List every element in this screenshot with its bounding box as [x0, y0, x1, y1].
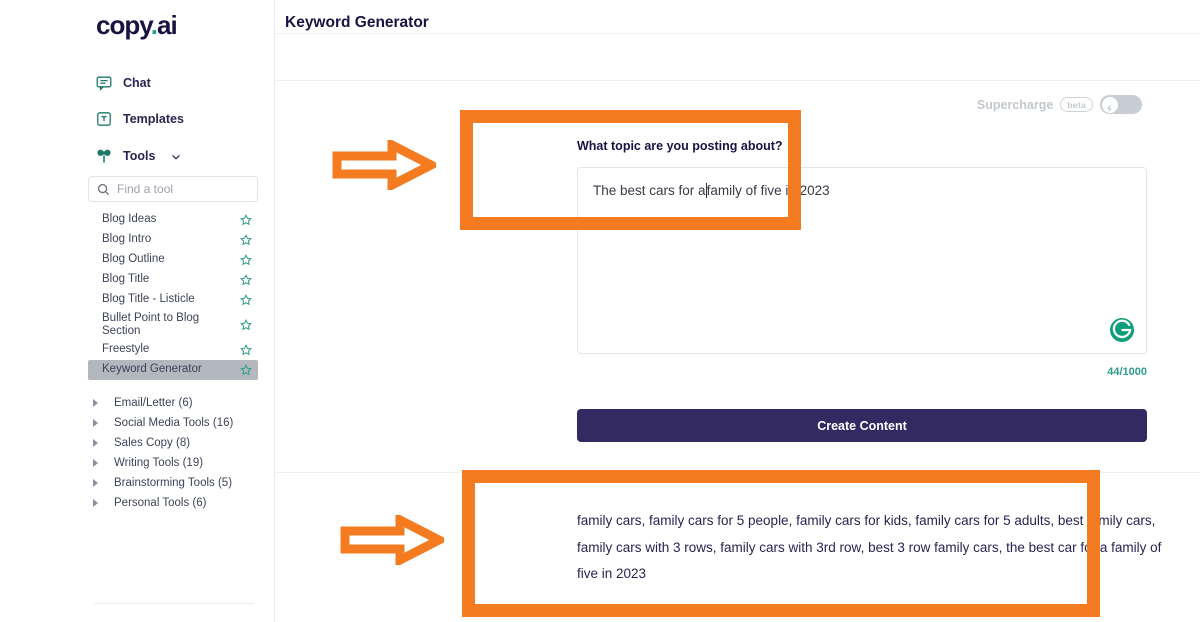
- sidebar-footer-divider: [94, 603, 254, 604]
- sidebar-item-label-chat: Chat: [123, 76, 151, 90]
- tool-category-sales-copy[interactable]: Sales Copy (8): [88, 433, 258, 453]
- page-header: [275, 33, 1200, 81]
- tool-category-label: Brainstorming Tools (5): [114, 477, 232, 489]
- star-outline-icon[interactable]: [240, 274, 252, 286]
- chat-bubble-icon: [96, 75, 112, 91]
- tool-category-social-media-tools[interactable]: Social Media Tools (16): [88, 413, 258, 433]
- sidebar-item-label-tools: Tools: [123, 149, 155, 163]
- lightning-bolt-icon: [1105, 100, 1114, 109]
- topic-field-label: What topic are you posting about?: [577, 139, 783, 153]
- tool-item-blog-intro[interactable]: Blog Intro: [88, 230, 258, 250]
- create-content-button[interactable]: Create Content: [577, 409, 1147, 442]
- triangle-right-icon: [93, 479, 103, 487]
- character-counter: 44/1000: [1077, 366, 1147, 378]
- star-outline-icon[interactable]: [240, 294, 252, 306]
- star-outline-icon[interactable]: [240, 319, 252, 331]
- generated-output-text: family cars, family cars for 5 people, f…: [577, 508, 1177, 588]
- template-icon: [96, 111, 112, 127]
- sidebar-item-label-templates: Templates: [123, 112, 184, 126]
- tool-category-label: Email/Letter (6): [114, 397, 193, 409]
- sidebar-item-templates[interactable]: Templates: [96, 111, 184, 127]
- triangle-right-icon: [93, 439, 103, 447]
- copyai-logo[interactable]: copy.ai: [96, 10, 177, 41]
- beta-badge: beta: [1060, 97, 1093, 112]
- tool-list[interactable]: Blog Ideas Blog Intro Blog Outline Blog …: [88, 210, 258, 600]
- supercharge-toggle-switch[interactable]: [1100, 95, 1142, 114]
- tool-item-label: Blog Ideas: [102, 213, 156, 226]
- search-input[interactable]: [117, 182, 232, 196]
- tool-category-email-letter[interactable]: Email/Letter (6): [88, 393, 258, 413]
- tool-category-label: Writing Tools (19): [114, 457, 203, 469]
- tool-item-bullet-point-to-blog-section[interactable]: Bullet Point to Blog Section: [88, 310, 258, 340]
- topic-textarea-value: The best cars for afamily of five in 202…: [593, 182, 830, 201]
- tool-item-blog-ideas[interactable]: Blog Ideas: [88, 210, 258, 230]
- sidebar-item-tools[interactable]: Tools: [96, 148, 181, 164]
- triangle-right-icon: [93, 399, 103, 407]
- triangle-right-icon: [93, 459, 103, 467]
- star-outline-icon[interactable]: [240, 234, 252, 246]
- main-content: Keyword Generator Supercharge beta What …: [275, 0, 1200, 622]
- topic-text-before-caret: The best cars for a: [593, 183, 706, 198]
- star-outline-icon[interactable]: [240, 364, 252, 376]
- section-divider: [275, 472, 1200, 473]
- star-outline-icon[interactable]: [240, 344, 252, 356]
- tool-item-label: Blog Intro: [102, 233, 151, 246]
- grammarly-icon[interactable]: [1110, 318, 1134, 342]
- tool-item-freestyle[interactable]: Freestyle: [88, 340, 258, 360]
- tool-search-box[interactable]: [88, 176, 258, 202]
- copyai-app-window: copy.ai Chat Te: [85, 0, 1200, 622]
- sidebar: copy.ai Chat Te: [85, 0, 275, 622]
- topic-textarea[interactable]: The best cars for afamily of five in 202…: [577, 167, 1147, 354]
- tool-item-keyword-generator[interactable]: Keyword Generator: [88, 360, 258, 380]
- tool-item-label: Blog Title: [102, 273, 149, 286]
- triangle-right-icon: [93, 499, 103, 507]
- tool-item-blog-title[interactable]: Blog Title: [88, 270, 258, 290]
- tool-item-label: Blog Title - Listicle: [102, 293, 195, 306]
- tool-category-label: Sales Copy (8): [114, 437, 190, 449]
- tool-item-label: Keyword Generator: [102, 363, 202, 376]
- tool-item-blog-title-listicle[interactable]: Blog Title - Listicle: [88, 290, 258, 310]
- star-outline-icon[interactable]: [240, 214, 252, 226]
- tools-icon: [96, 148, 112, 164]
- topic-text-after-caret: family of five in 2023: [707, 183, 830, 198]
- page-title: Keyword Generator: [285, 14, 429, 32]
- supercharge-toggle-group[interactable]: Supercharge beta: [977, 95, 1142, 114]
- tool-category-personal-tools[interactable]: Personal Tools (6): [88, 493, 258, 513]
- logo-text-copy: copy: [96, 10, 151, 40]
- toggle-knob: [1102, 97, 1118, 113]
- tool-item-label: Freestyle: [102, 343, 149, 356]
- supercharge-label: Supercharge: [977, 98, 1053, 112]
- tool-category-writing-tools[interactable]: Writing Tools (19): [88, 453, 258, 473]
- star-outline-icon[interactable]: [240, 254, 252, 266]
- tool-category-label: Social Media Tools (16): [114, 417, 233, 429]
- logo-text-ai: ai: [157, 10, 177, 40]
- tool-category-label: Personal Tools (6): [114, 497, 206, 509]
- tool-item-label: Blog Outline: [102, 253, 165, 266]
- tool-item-blog-outline[interactable]: Blog Outline: [88, 250, 258, 270]
- triangle-right-icon: [93, 419, 103, 427]
- tool-item-label: Bullet Point to Blog Section: [102, 312, 202, 338]
- chevron-down-icon: [171, 151, 181, 161]
- search-icon: [97, 183, 110, 196]
- sidebar-item-chat[interactable]: Chat: [96, 75, 151, 91]
- tool-category-brainstorming-tools[interactable]: Brainstorming Tools (5): [88, 473, 258, 493]
